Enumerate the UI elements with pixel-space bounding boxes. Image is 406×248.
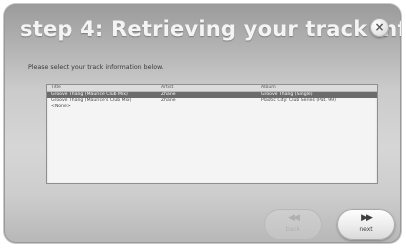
back-button[interactable]: ◀◀ back <box>264 209 322 240</box>
instruction-text: Please select your track information bel… <box>28 64 164 71</box>
back-button-label: back <box>285 226 301 233</box>
fast-forward-icon: ▶▶ <box>361 213 373 223</box>
next-button-label: next <box>359 226 373 233</box>
close-icon: × <box>374 20 385 34</box>
track-info-table: Title Artist Album Groove Thang (Maurice… <box>46 84 378 184</box>
dialog-title: step 4: Retrieving your track info <box>20 17 401 41</box>
close-button[interactable]: × <box>370 18 389 37</box>
row-title: <None> <box>51 104 71 109</box>
dialog-window: step 4: Retrieving your track info × Ple… <box>4 4 401 243</box>
column-header-album[interactable]: Album <box>261 85 373 91</box>
rewind-icon: ◀◀ <box>288 213 300 223</box>
next-button[interactable]: ▶▶ next <box>337 209 395 240</box>
column-header-title[interactable]: Title <box>51 85 155 91</box>
table-header: Title Artist Album <box>47 85 377 92</box>
table-row[interactable]: <None> <box>47 104 377 110</box>
column-header-artist[interactable]: Artist <box>161 85 259 91</box>
